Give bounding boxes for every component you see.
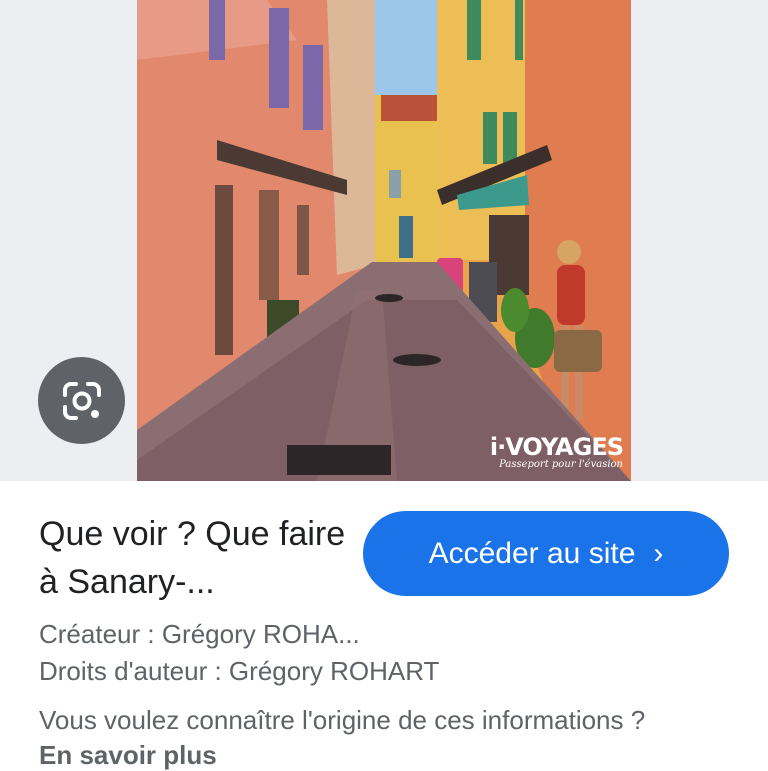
chevron-right-icon: › bbox=[653, 536, 664, 570]
visit-site-label: Accéder au site bbox=[428, 536, 636, 570]
visit-site-button[interactable]: Accéder au site › bbox=[363, 511, 729, 596]
result-title[interactable]: Que voir ? Que faire à Sanary-... bbox=[39, 510, 349, 606]
street-photo bbox=[137, 0, 631, 481]
watermark: i·VOYAGES Passeport pour l'évasion bbox=[489, 433, 624, 471]
info-question: Vous voulez connaître l'origine de ces i… bbox=[39, 705, 646, 735]
watermark-tagline: Passeport pour l'évasion bbox=[499, 459, 623, 470]
learn-more-link[interactable]: En savoir plus bbox=[39, 740, 217, 771]
copyright-text: Droits d'auteur : Grégory ROHART bbox=[39, 656, 440, 686]
google-lens-icon bbox=[62, 381, 101, 420]
creator-text: Créateur : Grégory ROHA... bbox=[39, 619, 360, 649]
google-lens-button[interactable] bbox=[38, 357, 125, 444]
watermark-brand: i·VOYAGES bbox=[489, 433, 624, 461]
result-image[interactable]: i·VOYAGES Passeport pour l'évasion bbox=[137, 0, 631, 481]
image-preview-area: i·VOYAGES Passeport pour l'évasion bbox=[0, 0, 768, 481]
